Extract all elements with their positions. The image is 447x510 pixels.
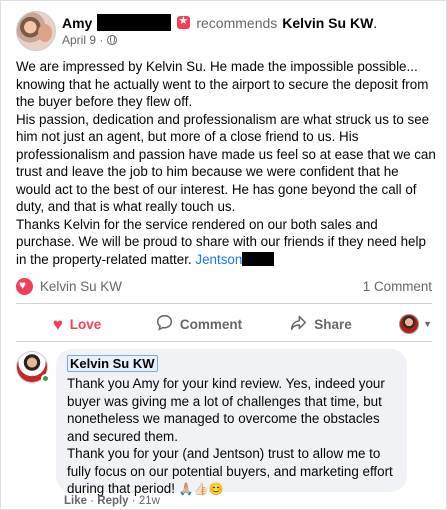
reaction-stats: Kelvin Su KW 1 Comment (16, 277, 432, 295)
page-name-link[interactable]: Kelvin Su KW (282, 15, 373, 31)
share-button[interactable]: Share (260, 309, 382, 339)
love-label: Love (69, 316, 102, 332)
post-header: Amy recommends Kelvin Su KW. (62, 14, 377, 31)
comment-label: Comment (179, 316, 243, 332)
globe-icon (107, 35, 118, 45)
comment-like-link[interactable]: Like (64, 495, 87, 507)
comment-paragraph-text: Thank you for your (and Jentson) trust t… (67, 446, 393, 496)
post-meta: April 9 · (62, 33, 118, 47)
comment-reply-link[interactable]: Reply (97, 495, 128, 507)
redacted-tag-surname (242, 251, 275, 266)
comment-paragraph: Thank you for your (and Jentson) trust t… (67, 445, 396, 499)
recommends-label: recommends (196, 14, 278, 31)
comment-author[interactable]: Kelvin Su KW (67, 355, 158, 372)
comment-text: Thank you Amy for your kind review. Yes,… (67, 375, 396, 499)
post-paragraph-closing: Thanks Kelvin for the service rendered o… (16, 216, 436, 269)
post-as-selector[interactable]: ▼ (382, 314, 432, 334)
page-avatar (399, 314, 420, 334)
author-name[interactable]: Amy (62, 15, 92, 31)
post-date[interactable]: April 9 · (62, 33, 103, 47)
recommendation-post-card: Amy recommends Kelvin Su KW. April 9 · W… (0, 0, 447, 510)
emoji-group: 🙏🏼👍🏻😊 (178, 482, 224, 496)
separator: · (90, 495, 95, 507)
love-reaction-icon[interactable] (16, 277, 33, 295)
post-paragraph: We are impressed by Kelvin Su. He made t… (16, 59, 429, 109)
love-button[interactable]: ♥ Love (16, 309, 138, 339)
speech-bubble-icon (156, 314, 173, 334)
post-text: We are impressed by Kelvin Su. He made t… (16, 58, 436, 268)
action-bar: ♥ Love Comment Share ▼ (16, 309, 432, 339)
comment-bubble: Kelvin Su KW Thank you Amy for your kind… (56, 349, 407, 496)
separator: · (131, 495, 136, 507)
divider (16, 341, 432, 342)
comment-count[interactable]: 1 Comment (363, 279, 432, 294)
share-label: Share (314, 316, 352, 332)
tagged-user-link[interactable]: Jentson (195, 252, 242, 267)
heart-icon: ♥ (52, 314, 63, 334)
comment-button[interactable]: Comment (138, 309, 260, 339)
redacted-surname (97, 14, 172, 31)
comment-paragraph: Thank you Amy for your kind review. Yes,… (67, 376, 385, 444)
comment-footer: Like · Reply · 21w (64, 495, 160, 507)
share-arrow-icon (290, 314, 307, 334)
comment-time[interactable]: 21w (139, 495, 160, 507)
recommend-icon (177, 14, 191, 29)
chevron-down-icon: ▼ (423, 319, 432, 329)
online-status-dot (41, 374, 50, 383)
reactor-name[interactable]: Kelvin Su KW (40, 279, 122, 294)
author-avatar[interactable] (16, 11, 56, 51)
divider (16, 303, 432, 304)
page-name-period: . (373, 14, 378, 31)
post-paragraph: His passion, dedication and professional… (16, 111, 436, 215)
